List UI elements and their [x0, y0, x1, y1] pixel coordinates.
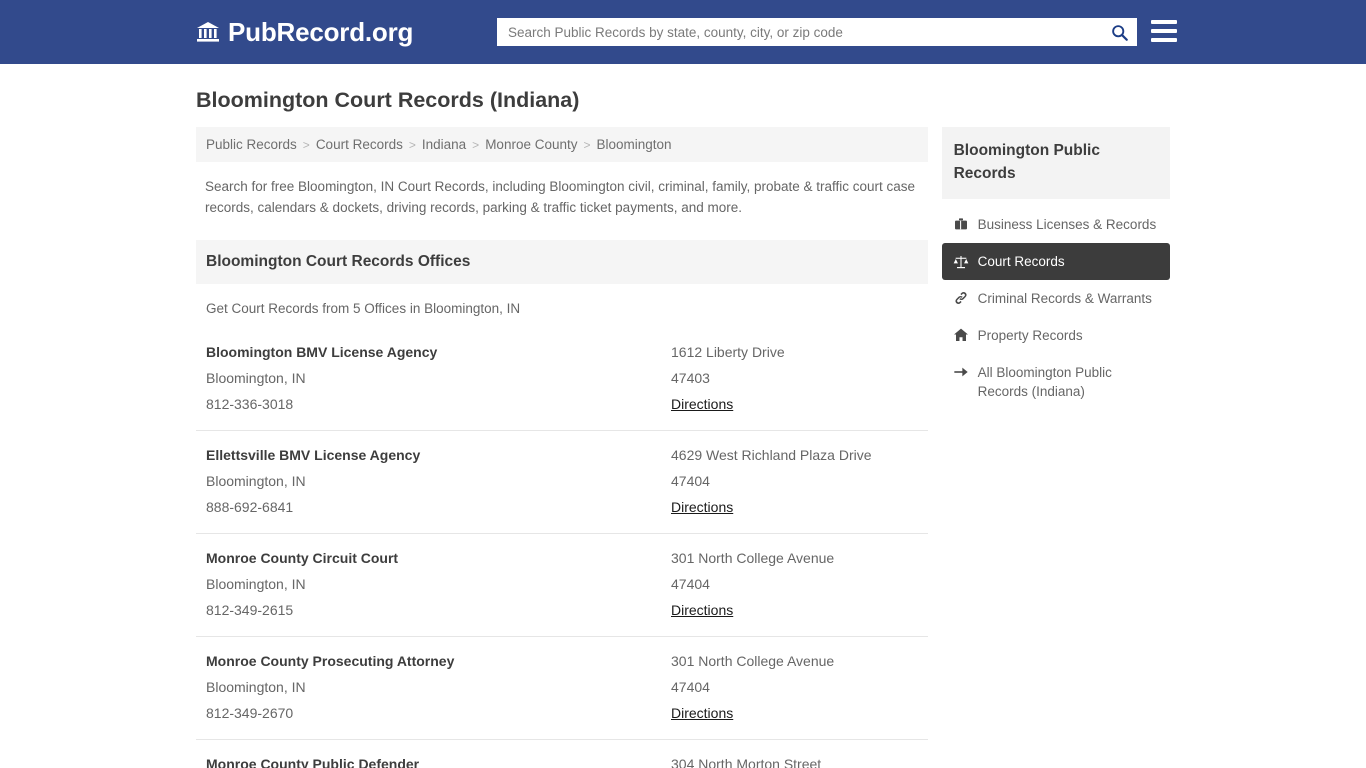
search-icon [1111, 24, 1128, 41]
office-city: Bloomington, IN [206, 576, 306, 592]
office-zip: 47404 [671, 576, 710, 592]
office-contact: Bloomington BMV License Agency Bloomingt… [206, 339, 671, 417]
office-name: Monroe County Public Defender [206, 756, 420, 768]
sidebar-item-court-records[interactable]: Court Records [941, 243, 1170, 280]
site-logo[interactable]: PubRecord.org [196, 17, 413, 48]
hamburger-bar [1151, 38, 1177, 42]
breadcrumb-separator: > [408, 137, 416, 152]
office-street: 1612 Liberty Drive [671, 344, 785, 360]
content-columns: Public Records > Court Records > Indiana… [196, 127, 1170, 768]
office-city: Bloomington, IN [206, 679, 306, 695]
sidebar-list: Business Licenses & Records Court Record… [941, 206, 1170, 410]
directions-link[interactable]: Directions [671, 391, 733, 417]
office-list-item: Monroe County Public Defender Bloomingto… [196, 740, 928, 768]
office-contact: Monroe County Circuit Court Bloomington,… [206, 545, 671, 623]
office-contact: Monroe County Public Defender Bloomingto… [206, 751, 671, 768]
breadcrumb-item-court-records[interactable]: Court Records [316, 137, 403, 152]
breadcrumb-separator: > [583, 137, 591, 152]
office-zip: 47403 [671, 370, 710, 386]
offices-section-heading: Bloomington Court Records Offices [196, 240, 928, 284]
office-city: Bloomington, IN [206, 473, 306, 489]
office-street: 304 North Morton Street [671, 756, 822, 768]
sidebar-item-label: Business Licenses & Records [977, 217, 1157, 232]
briefcase-icon [954, 218, 967, 230]
hamburger-bar [1151, 29, 1177, 33]
office-street: 4629 West Richland Plaza Drive [671, 447, 872, 463]
link-icon [955, 291, 967, 305]
sidebar-heading: Bloomington Public Records [941, 127, 1170, 199]
breadcrumb-item-indiana[interactable]: Indiana [422, 137, 466, 152]
main-column: Public Records > Court Records > Indiana… [196, 127, 928, 768]
offices-section-subheading: Get Court Records from 5 Offices in Bloo… [206, 301, 521, 316]
page-title: Bloomington Court Records (Indiana) [196, 88, 580, 112]
office-street: 301 North College Avenue [671, 550, 835, 566]
office-phone[interactable]: 812-349-2670 [206, 700, 671, 726]
office-address: 301 North College Avenue 47404 Direction… [671, 545, 918, 623]
office-street: 301 North College Avenue [671, 653, 835, 669]
office-list-item: Ellettsville BMV License Agency Blooming… [196, 431, 928, 534]
office-list-item: Bloomington BMV License Agency Bloomingt… [196, 328, 928, 431]
breadcrumb-item-public-records[interactable]: Public Records [206, 137, 297, 152]
office-list-item: Monroe County Prosecuting Attorney Bloom… [196, 637, 928, 740]
office-address: 1612 Liberty Drive 47403 Directions [671, 339, 918, 417]
search-button[interactable] [1102, 19, 1136, 45]
office-name: Ellettsville BMV License Agency [206, 447, 421, 463]
breadcrumb-item-monroe-county[interactable]: Monroe County [485, 137, 577, 152]
bank-icon [197, 22, 219, 42]
hamburger-bar [1151, 20, 1177, 24]
office-zip: 47404 [671, 679, 710, 695]
office-phone[interactable]: 888-692-6841 [206, 494, 671, 520]
directions-link[interactable]: Directions [671, 494, 733, 520]
breadcrumb-separator: > [302, 137, 310, 152]
scales-icon [953, 256, 968, 269]
page-description: Search for free Bloomington, IN Court Re… [205, 179, 916, 215]
office-name: Bloomington BMV License Agency [206, 344, 438, 360]
sidebar-item-label: All Bloomington Public Records (Indiana) [977, 365, 1112, 399]
office-zip: 47404 [671, 473, 710, 489]
office-address: 301 North College Avenue 47404 Direction… [671, 648, 918, 726]
sidebar-item-label: Criminal Records & Warrants [977, 291, 1152, 306]
directions-link[interactable]: Directions [671, 597, 733, 623]
breadcrumb: Public Records > Court Records > Indiana… [196, 127, 928, 162]
office-contact: Ellettsville BMV License Agency Blooming… [206, 442, 671, 520]
search-input[interactable] [498, 19, 1102, 45]
office-city: Bloomington, IN [206, 370, 306, 386]
office-name: Monroe County Prosecuting Attorney [206, 653, 455, 669]
site-header: PubRecord.org [0, 0, 1366, 64]
logo-text: PubRecord.org [228, 16, 414, 47]
sidebar-item-criminal-records[interactable]: Criminal Records & Warrants [942, 280, 1170, 317]
sidebar-item-business-licenses[interactable]: Business Licenses & Records [942, 206, 1170, 243]
sidebar-item-label: Property Records [977, 328, 1083, 343]
arrow-right-icon [953, 367, 968, 377]
office-address: 304 North Morton Street 47404 Directions [671, 751, 918, 768]
breadcrumb-separator: > [472, 137, 480, 152]
directions-link[interactable]: Directions [671, 700, 733, 726]
sidebar-item-all-public-records[interactable]: All Bloomington Public Records (Indiana) [942, 354, 1170, 410]
office-name: Monroe County Circuit Court [206, 550, 399, 566]
page-body: Bloomington Court Records (Indiana) Publ… [0, 88, 1366, 768]
search-bar[interactable] [497, 18, 1137, 46]
office-address: 4629 West Richland Plaza Drive 47404 Dir… [671, 442, 918, 520]
office-contact: Monroe County Prosecuting Attorney Bloom… [206, 648, 671, 726]
office-phone[interactable]: 812-349-2615 [206, 597, 671, 623]
office-list: Bloomington BMV License Agency Bloomingt… [196, 328, 928, 768]
sidebar: Bloomington Public Records Business Lice… [941, 127, 1170, 410]
breadcrumb-item-bloomington[interactable]: Bloomington [597, 137, 672, 152]
office-list-item: Monroe County Circuit Court Bloomington,… [196, 534, 928, 637]
office-phone[interactable]: 812-336-3018 [206, 391, 671, 417]
sidebar-item-label: Court Records [977, 254, 1065, 269]
sidebar-item-property-records[interactable]: Property Records [942, 317, 1170, 354]
home-icon [953, 328, 968, 341]
hamburger-menu-icon[interactable] [1151, 20, 1177, 42]
